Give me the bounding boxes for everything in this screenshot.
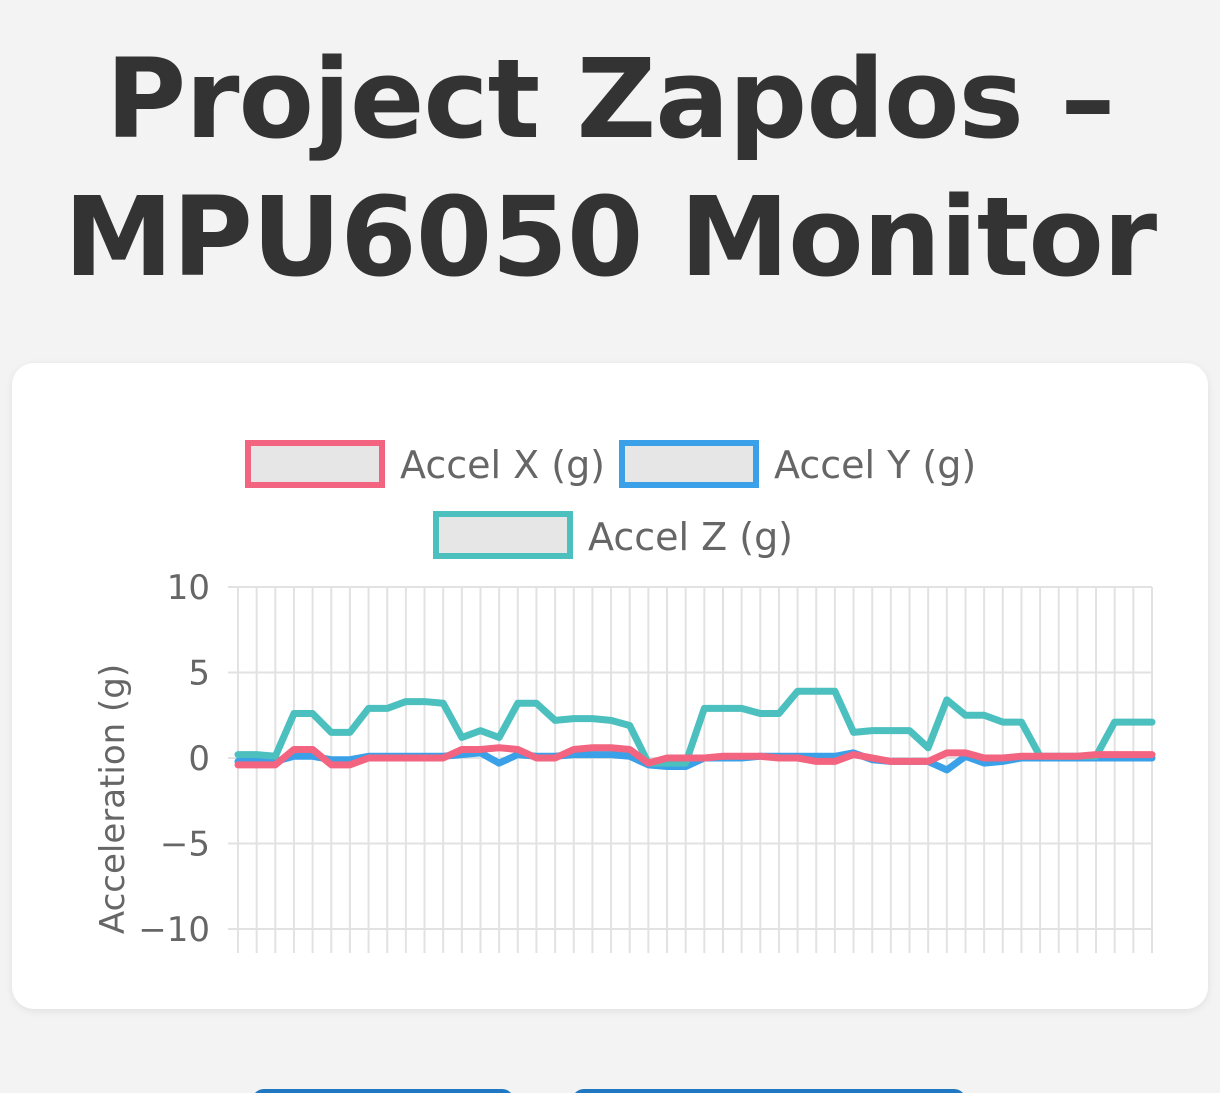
page-title-line-1: Project Zapdos – bbox=[105, 35, 1116, 163]
legend-swatch bbox=[619, 440, 759, 488]
legend-label: Accel X (g) bbox=[400, 443, 605, 487]
y-tick-label: −5 bbox=[160, 825, 210, 865]
page: Project Zapdos – MPU6050 Monitor Accel X… bbox=[0, 0, 1220, 1093]
legend-item[interactable]: Accel Z (g) bbox=[433, 511, 793, 559]
y-tick-label: −10 bbox=[138, 910, 210, 950]
action-button-2[interactable] bbox=[572, 1089, 966, 1093]
acceleration-chart[interactable]: Accel X (g) Accel Y (g) Accel Z (g) 10 5 0 −5… bbox=[12, 363, 1208, 1009]
chart-series bbox=[234, 687, 1156, 774]
y-tick-label: 10 bbox=[167, 568, 210, 608]
y-tick-label: 5 bbox=[188, 654, 210, 694]
page-title-line-2: MPU6050 Monitor bbox=[63, 173, 1157, 301]
page-title: Project Zapdos – MPU6050 Monitor bbox=[0, 30, 1220, 306]
y-axis-ticks: 10 5 0 −5 −10 bbox=[138, 568, 210, 950]
y-axis-label: Acceleration (g) bbox=[93, 664, 133, 934]
legend-swatch bbox=[433, 511, 573, 559]
action-button-1[interactable] bbox=[252, 1089, 514, 1093]
series-line bbox=[234, 687, 1156, 767]
legend-label: Accel Y (g) bbox=[774, 443, 976, 487]
y-tick-label: 0 bbox=[188, 739, 210, 779]
legend-item[interactable]: Accel X (g) bbox=[245, 440, 605, 488]
legend-item[interactable]: Accel Y (g) bbox=[619, 440, 976, 488]
chart-grid bbox=[228, 586, 1153, 953]
legend-swatch bbox=[245, 440, 385, 488]
chart-card: Accel X (g) Accel Y (g) Accel Z (g) 10 5 0 −5… bbox=[12, 363, 1208, 1009]
legend-label: Accel Z (g) bbox=[588, 515, 793, 559]
chart-legend[interactable]: Accel X (g) Accel Y (g) Accel Z (g) bbox=[245, 440, 976, 559]
